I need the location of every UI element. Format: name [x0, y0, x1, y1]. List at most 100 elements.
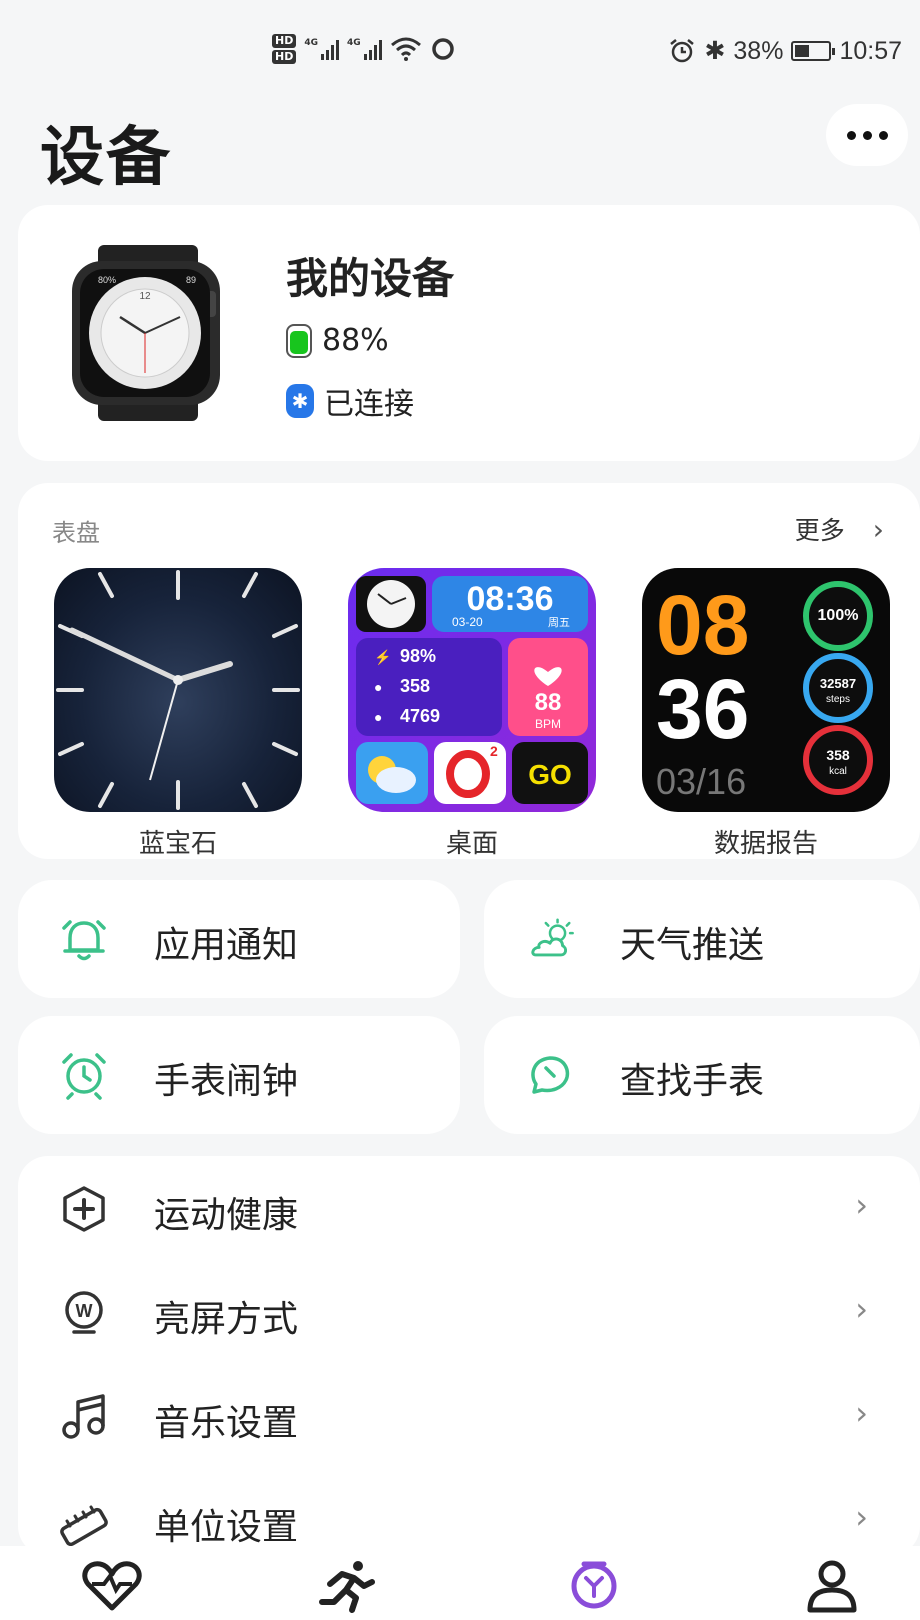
watch-faces-more-link[interactable]: 更多 › [795, 511, 884, 547]
clock: 10:57 [839, 36, 902, 65]
settings-item-music[interactable]: 音乐设置 › [18, 1364, 920, 1470]
bluetooth-icon: ✱ [704, 37, 726, 65]
watch-face-desktop[interactable]: 08:36 03-20 周五 ⚡ 98% ● 358 ● 4769 88 BPM… [348, 568, 596, 812]
find-watch-tile[interactable]: 查找手表 [484, 1016, 920, 1134]
watch-face-label: 桌面 [445, 829, 498, 859]
face3-kcal-unit: kcal [829, 766, 847, 777]
watch-face-label: 数据报告 [713, 829, 818, 859]
chevron-right-icon: › [872, 512, 884, 546]
network-type-1: 4G [304, 38, 318, 48]
status-bar-left: HD HD 4G 4G [272, 34, 456, 64]
tile-label: 天气推送 [620, 925, 765, 966]
bluetooth-icon: ✱ [286, 384, 314, 418]
heart-icon[interactable] [80, 1558, 144, 1614]
tile-label: 查找手表 [620, 1061, 765, 1102]
hotspot-icon [431, 38, 454, 60]
bluetooth-glyph: ✱ [291, 389, 309, 413]
desktop-face-graphic: 08:36 03-20 周五 ⚡ 98% ● 358 ● 4769 88 BPM… [356, 576, 588, 804]
face3-minute: 36 [656, 662, 749, 756]
face2-weekday: 周五 [548, 616, 570, 629]
watch-battery-readout: 80% [98, 275, 116, 285]
person-icon[interactable] [800, 1558, 864, 1614]
watch-faces-card: 表盘 更多 › 蓝宝石 08:36 03-20 周五 ⚡ 98% ● 358 ●… [18, 483, 920, 859]
watch-faces-title: 表盘 [52, 519, 100, 547]
chevron-right-icon: › [855, 1186, 868, 1224]
face2-go: GO [528, 759, 572, 790]
watch-icon[interactable] [562, 1558, 626, 1614]
status-bar: HD HD 4G 4G ✱ 38% 10:57 [0, 0, 920, 100]
face2-date: 03-20 [452, 615, 483, 629]
watch-date-readout: 89 [186, 275, 196, 285]
analog-clock-icon [56, 570, 300, 810]
wifi-icon [390, 37, 421, 61]
bottom-tab-bar [0, 1546, 920, 1620]
face2-heart: 88 [535, 689, 562, 716]
face2-time: 08:36 [467, 580, 554, 618]
weather-icon [531, 918, 574, 957]
flame-icon: ● [374, 679, 382, 695]
page-title: 设备 [40, 121, 172, 195]
watch-number-12: 12 [139, 291, 151, 302]
network-type-2: 4G [347, 38, 361, 48]
face3-hour: 08 [656, 578, 749, 672]
svg-text:W: W [76, 1301, 93, 1321]
more-options-button[interactable] [826, 104, 908, 166]
signal-icon-2: 4G [347, 38, 382, 60]
app-notification-tile[interactable]: 应用通知 [18, 880, 460, 998]
bell-icon [62, 920, 106, 961]
signal-icon: 4G [304, 38, 339, 60]
settings-item-label: 亮屏方式 [154, 1299, 299, 1340]
face3-steps: 32587 [820, 676, 856, 691]
face2-heart-unit: BPM [535, 717, 561, 731]
footsteps-icon: ● [374, 709, 382, 725]
health-plus-icon [63, 1186, 105, 1232]
watch-face-data-report[interactable]: 08 36 03/16 100% 32587 steps 358 kcal [642, 568, 890, 812]
face2-battery: 98% [400, 646, 436, 666]
settings-list: 运动健康 › W 亮屏方式 › 音乐设置 › 单位设置 › [18, 1156, 920, 1556]
find-watch-icon [531, 1056, 570, 1094]
hd-badge-1: HD [272, 34, 297, 48]
settings-item-label: 音乐设置 [154, 1403, 299, 1444]
settings-item-sport-health[interactable]: 运动健康 › [18, 1156, 920, 1262]
alarm-clock-icon [62, 1053, 106, 1100]
device-battery-percent: 88% [322, 323, 389, 358]
status-bar-right: ✱ 38% 10:57 [668, 36, 902, 66]
watch-face-sapphire[interactable] [54, 568, 302, 812]
weather-push-tile[interactable]: 天气推送 [484, 880, 920, 998]
running-icon[interactable] [316, 1558, 380, 1614]
tile-label: 应用通知 [154, 925, 299, 966]
ruler-icon [60, 1505, 108, 1546]
device-card[interactable]: 12 80% 89 我的设备 88% ✱ 已连接 [18, 205, 920, 461]
bolt-icon: ⚡ [374, 649, 391, 666]
face2-calories: 358 [400, 676, 430, 696]
chevron-right-icon: › [855, 1498, 868, 1536]
device-connection: ✱ 已连接 [286, 379, 414, 423]
tile-label: 手表闹钟 [154, 1061, 299, 1102]
face3-steps-unit: steps [826, 694, 850, 705]
hd-indicator: HD HD [272, 34, 297, 64]
data-report-face-graphic: 08 36 03/16 100% 32587 steps 358 kcal [656, 578, 873, 802]
face3-battery: 100% [818, 607, 859, 624]
alarm-icon [670, 39, 695, 63]
more-label: 更多 [794, 516, 845, 545]
battery-percent: 38% [733, 36, 784, 65]
more-dots-icon [846, 130, 856, 140]
device-battery: 88% [286, 323, 389, 358]
chevron-right-icon: › [855, 1394, 868, 1432]
face3-kcal: 358 [826, 747, 850, 763]
watch-image: 12 80% 89 [72, 245, 220, 421]
watch-alarm-tile[interactable]: 手表闹钟 [18, 1016, 460, 1134]
connection-status: 已连接 [324, 387, 414, 422]
device-name: 我的设备 [286, 254, 455, 303]
battery-icon [791, 41, 836, 61]
watch-face-label: 蓝宝石 [138, 829, 217, 859]
o2-superscript: 2 [490, 743, 498, 759]
music-note-icon [62, 1394, 105, 1439]
screen-wake-icon: W [65, 1291, 103, 1334]
face3-date: 03/16 [656, 761, 746, 802]
hd-badge-2: HD [272, 50, 297, 64]
chevron-right-icon: › [855, 1290, 868, 1328]
settings-item-screen-wake[interactable]: W 亮屏方式 › [18, 1260, 920, 1366]
battery-icon [286, 323, 312, 358]
face2-steps: 4769 [400, 706, 440, 726]
